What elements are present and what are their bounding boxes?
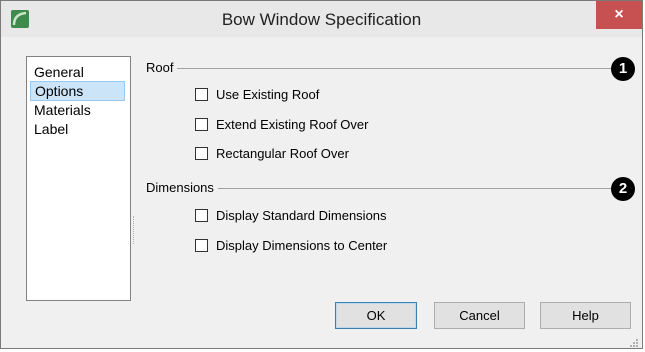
nav-item-options[interactable]: Options	[30, 81, 125, 101]
nav-item-general[interactable]: General	[30, 62, 125, 82]
dialog-window: Bow Window Specification × General Optio…	[0, 0, 643, 349]
help-button[interactable]: Help	[540, 302, 631, 329]
checkbox-box[interactable]	[195, 239, 208, 252]
dimensions-group-label: Dimensions	[146, 180, 218, 195]
resize-grip-icon[interactable]	[628, 334, 638, 347]
splitter-handle[interactable]	[133, 216, 135, 244]
checkbox-label: Rectangular Roof Over	[216, 146, 349, 161]
nav-item-label[interactable]: Label	[30, 119, 125, 139]
window-title: Bow Window Specification	[221, 10, 422, 29]
checkbox-label: Extend Existing Roof Over	[216, 117, 369, 132]
checkbox-label: Display Standard Dimensions	[216, 208, 387, 223]
callout-badge-1: 1	[611, 57, 635, 81]
ok-button[interactable]: OK	[335, 302, 417, 329]
callout-badge-2: 2	[611, 177, 635, 201]
cancel-button[interactable]: Cancel	[434, 302, 525, 329]
close-icon: ×	[614, 6, 624, 23]
checkbox-label: Display Dimensions to Center	[216, 238, 388, 253]
roof-group-label: Roof	[146, 60, 178, 75]
checkbox-label: Use Existing Roof	[216, 87, 320, 102]
category-list[interactable]: General Options Materials Label	[26, 56, 131, 301]
checkbox-box[interactable]	[195, 118, 208, 131]
roof-group-line	[146, 68, 611, 69]
nav-item-materials[interactable]: Materials	[30, 100, 125, 120]
title-bar[interactable]: Bow Window Specification ×	[1, 1, 642, 37]
checkbox-box[interactable]	[195, 147, 208, 160]
close-button[interactable]: ×	[596, 1, 642, 29]
checkbox-box[interactable]	[195, 88, 208, 101]
checkbox-box[interactable]	[195, 209, 208, 222]
